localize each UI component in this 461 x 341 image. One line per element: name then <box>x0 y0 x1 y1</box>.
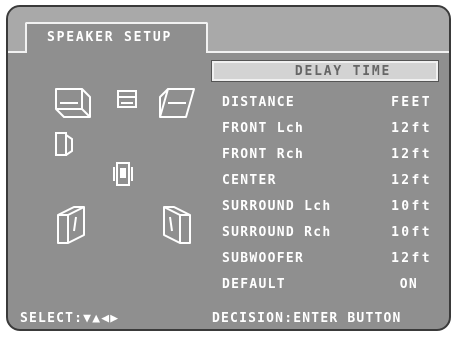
subwoofer-icon <box>113 162 133 186</box>
setting-label: SURROUND Rch <box>222 225 332 240</box>
setting-row-front-rch[interactable]: FRONT Rch 12ft <box>222 147 432 165</box>
setting-value: 10ft <box>391 199 432 214</box>
delay-time-button[interactable]: DELAY TIME <box>211 60 439 82</box>
setting-value: 12ft <box>391 121 432 136</box>
setting-value: FEET <box>391 95 432 110</box>
setting-row-subwoofer[interactable]: SUBWOOFER 12ft <box>222 251 432 269</box>
setting-value: 12ft <box>391 147 432 162</box>
surround-left-speaker-icon <box>57 206 85 244</box>
front-right-speaker-icon <box>159 88 195 118</box>
setting-row-front-lch[interactable]: FRONT Lch 12ft <box>222 121 432 139</box>
setting-row-surround-rch[interactable]: SURROUND Rch 10ft <box>222 225 432 243</box>
select-hint: SELECT:▼▲◀▶ <box>20 311 120 326</box>
setting-label: SUBWOOFER <box>222 251 305 266</box>
setting-row-distance[interactable]: DISTANCE FEET <box>222 95 432 113</box>
decision-hint: DECISION:ENTER BUTTON <box>212 311 402 326</box>
setting-row-surround-lch[interactable]: SURROUND Lch 10ft <box>222 199 432 217</box>
osd-frame: SPEAKER SETUP DELAY TIME DISTANCE FEET F… <box>6 5 451 331</box>
tab-speaker-setup[interactable]: SPEAKER SETUP <box>25 22 208 53</box>
setting-label: CENTER <box>222 173 277 188</box>
setting-label: DEFAULT <box>222 277 286 292</box>
front-left-speaker-icon <box>55 88 91 118</box>
setting-label: FRONT Lch <box>222 121 305 136</box>
surround-right-speaker-icon <box>163 206 191 244</box>
setting-value: 10ft <box>391 225 432 240</box>
setting-label: SURROUND Lch <box>222 199 332 214</box>
setting-value: 12ft <box>391 173 432 188</box>
setting-label: DISTANCE <box>222 95 296 110</box>
setting-value: ON <box>399 277 418 292</box>
setting-label: FRONT Rch <box>222 147 305 162</box>
side-speaker-icon <box>55 132 73 156</box>
setting-value: 12ft <box>391 251 432 266</box>
setting-row-center[interactable]: CENTER 12ft <box>222 173 432 191</box>
setting-row-default[interactable]: DEFAULT ON <box>222 277 432 295</box>
center-speaker-icon <box>117 90 137 108</box>
